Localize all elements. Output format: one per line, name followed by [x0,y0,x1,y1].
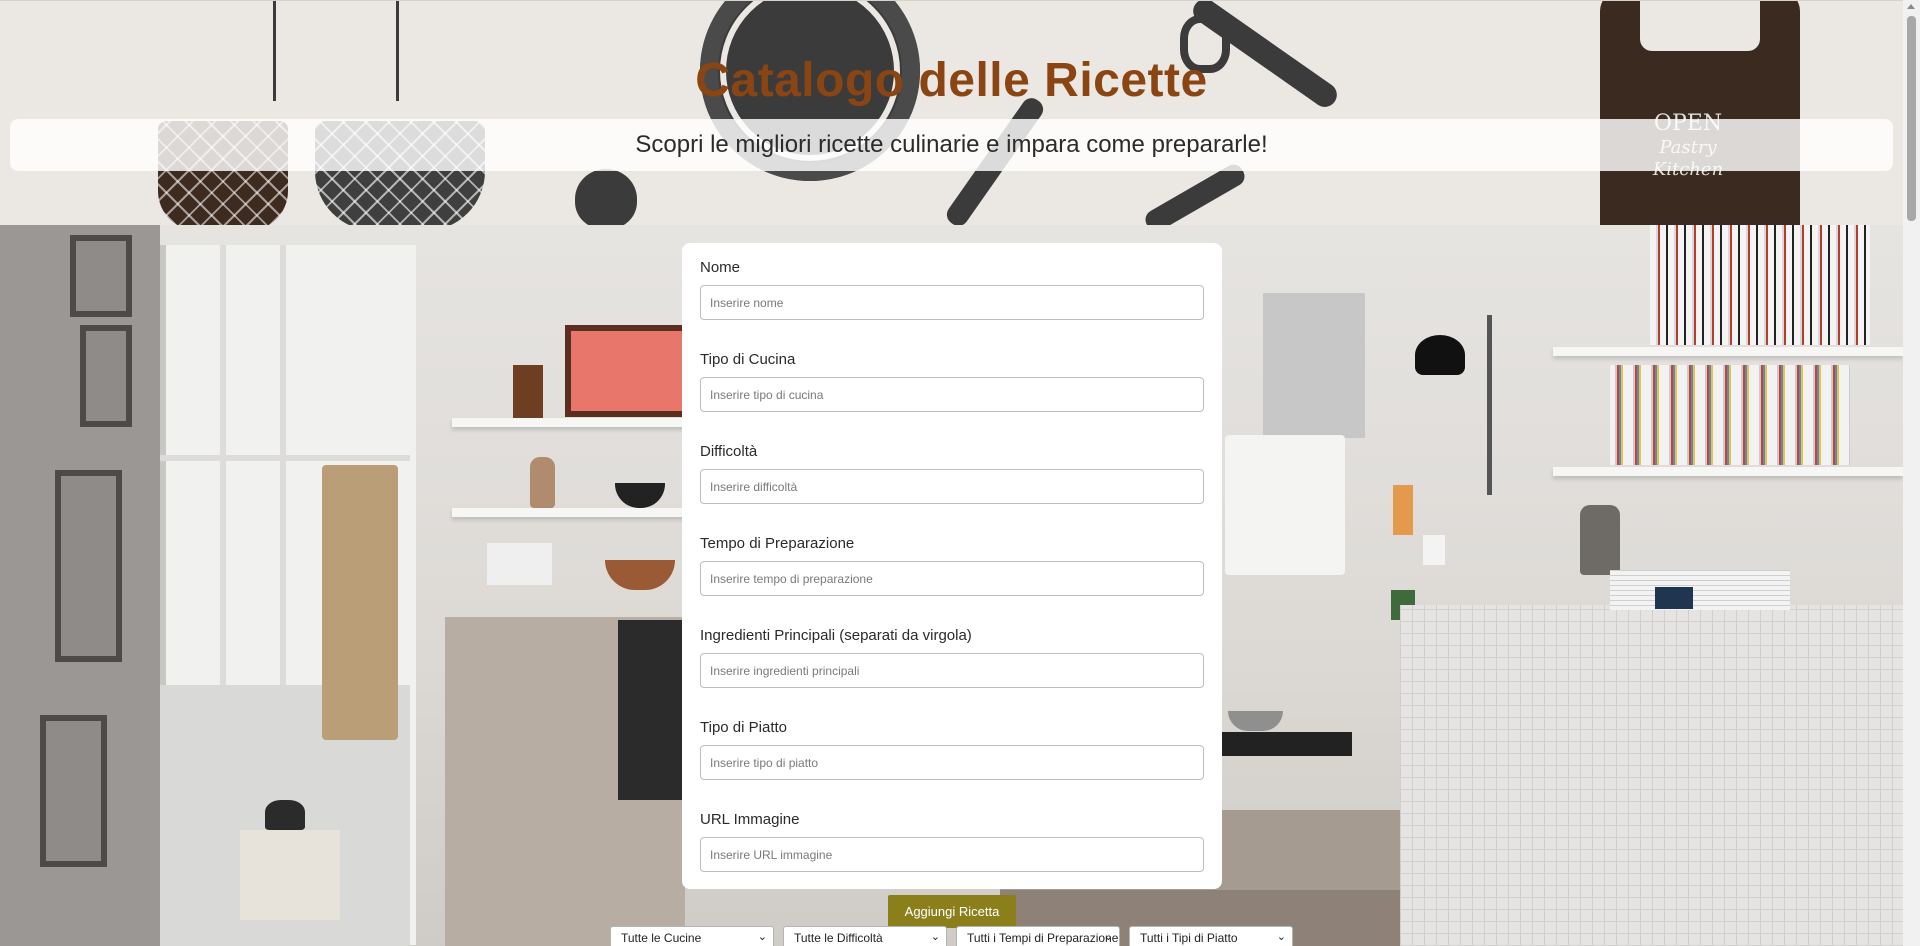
page-subtitle: Scopri le migliori ricette culinarie e i… [635,131,1268,158]
lamp-arm [1487,315,1492,495]
hood-pipe [1263,293,1365,438]
tile-backsplash [1400,605,1903,946]
wok-pan [1228,711,1283,731]
page-scrollbar[interactable] [1903,0,1920,946]
window-transom [160,455,410,461]
wall-frame [55,470,122,662]
magazine-stack [240,830,340,920]
kitchen-shelf [452,508,692,517]
coffee-grinder [513,365,543,418]
chevron-down-icon: ⌄ [1276,931,1286,943]
chevron-down-icon: ⌄ [1103,931,1113,943]
difficulty-filter-value: Tutte le Difficoltà [794,931,883,945]
bookshelf [1553,467,1903,476]
vase [530,457,555,508]
difficulty-filter-select[interactable]: Tutte le Difficoltà ⌄ [783,926,947,946]
cuisine-filter-select[interactable]: Tutte le Cucine ⌄ [610,926,774,946]
image-url-label: URL Immagine [700,811,800,828]
main-ingredients-label: Ingredienti Principali (separati da virg… [700,627,972,644]
name-label: Nome [700,259,741,276]
book-stack [1610,570,1790,610]
cuisine-filter-value: Tutte le Cucine [621,931,702,945]
storage-box [487,543,552,585]
preparation-time-filter-select[interactable]: Tutti i Tempi di Preparazione ⌄ [956,926,1120,946]
range-hood [1225,435,1345,575]
wall-note [1423,535,1445,565]
scroll-up-arrow-icon[interactable] [1907,4,1915,9]
main-ingredients-input[interactable] [700,653,1204,688]
dish-type-filter-value: Tutti i Tipi di Piatto [1140,931,1238,945]
preparation-time-filter-value: Tutti i Tempi di Preparazione [967,931,1119,945]
preparation-time-input[interactable] [700,561,1204,596]
dish-type-label: Tipo di Piatto [700,719,787,736]
wall-organizer [322,465,398,740]
scrollbar-thumb[interactable] [1907,16,1916,221]
cuisine-type-label: Tipo di Cucina [700,351,796,368]
book-cover [1655,587,1693,609]
dish-type-input[interactable] [700,745,1204,780]
wall-note [1393,485,1413,535]
wall-frame [40,715,107,867]
apple-illustration [575,169,637,226]
elephant-figurine [265,800,305,830]
wall-frame [70,235,132,317]
wall-lamp [1415,335,1465,375]
wall-frame [80,325,132,427]
book-row [1650,225,1870,345]
recipe-form: Nome Tipo di Cucina Difficoltà Tempo di … [682,243,1222,928]
chevron-down-icon: ⌄ [757,931,767,943]
image-url-input[interactable] [700,837,1204,872]
framed-picture [565,325,692,417]
bowl-stack [615,483,665,508]
submit-row: Aggiungi Ricetta [700,895,1204,928]
dish-type-filter-select[interactable]: Tutti i Tipi di Piatto ⌄ [1129,926,1293,946]
subtitle-banner: Scopri le migliori ricette culinarie e i… [10,119,1893,171]
difficulty-label: Difficoltà [700,443,758,460]
plant-bowl [605,560,675,590]
name-input[interactable] [700,285,1204,320]
difficulty-input[interactable] [700,469,1204,504]
cuisine-type-input[interactable] [700,377,1204,412]
ceramic-vase [1580,505,1620,575]
filter-bar: Tutte le Cucine ⌄ Tutte le Difficoltà ⌄ … [610,926,1310,946]
oven [618,620,686,800]
apron-neck-cutout [1640,1,1760,51]
kitchen-shelf [452,418,692,427]
gas-hob [1222,732,1352,756]
add-recipe-button[interactable]: Aggiungi Ricetta [888,895,1016,928]
page-header: OPEN Pastry Kitchen Catalogo delle Ricet… [0,0,1903,226]
chevron-down-icon: ⌄ [930,931,940,943]
book-row [1610,365,1850,465]
page-title: Catalogo delle Ricette [695,54,1208,107]
bookshelf [1553,347,1903,356]
preparation-time-label: Tempo di Preparazione [700,535,855,552]
